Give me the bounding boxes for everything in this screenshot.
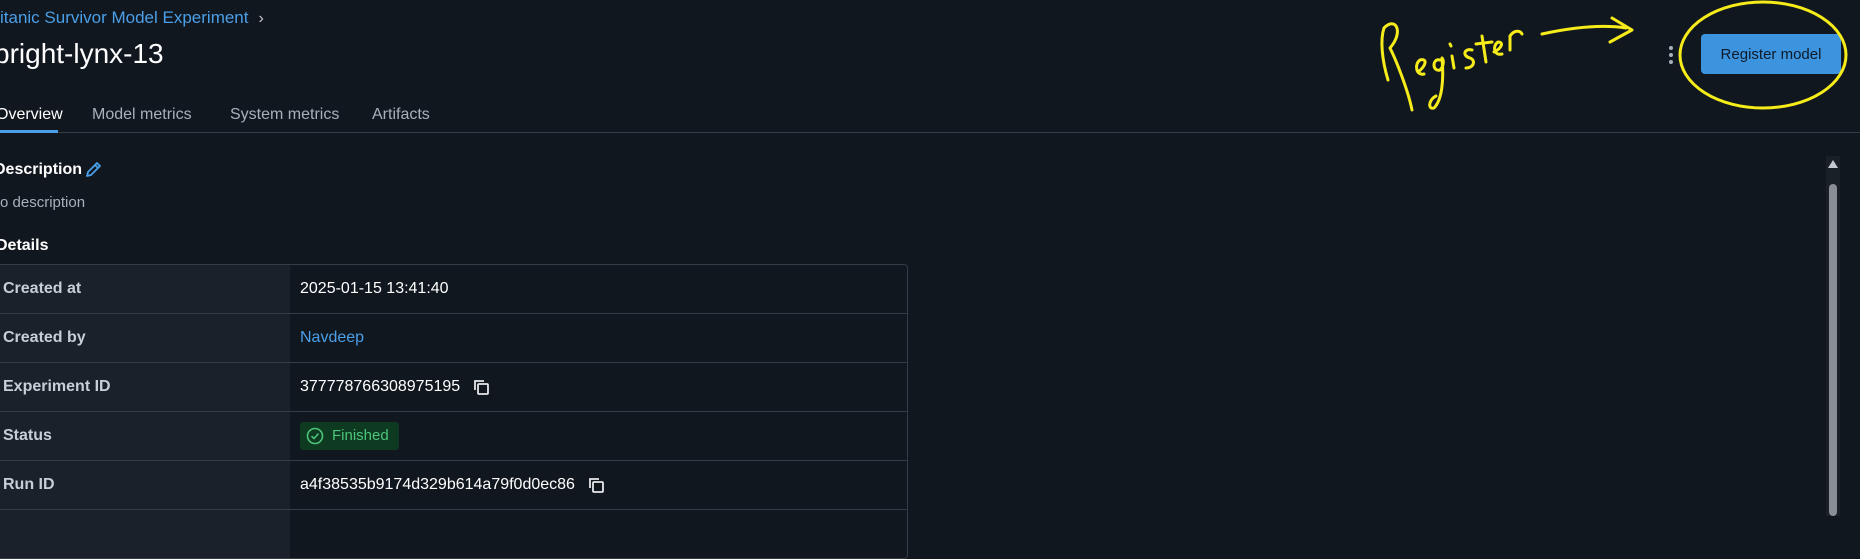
- table-row: [0, 510, 907, 558]
- table-row-experiment-id: Experiment ID 377778766308975195: [0, 363, 907, 412]
- register-model-button[interactable]: Register model: [1701, 34, 1841, 74]
- details-heading: Details: [0, 237, 49, 254]
- breadcrumb-experiment-link[interactable]: itanic Survivor Model Experiment: [0, 8, 248, 27]
- row-key: Created at: [0, 265, 290, 313]
- check-circle-icon: [306, 427, 324, 445]
- breadcrumb: itanic Survivor Model Experiment ›: [0, 8, 264, 28]
- created-by-link[interactable]: Navdeep: [300, 314, 364, 362]
- description-heading: Description: [0, 161, 83, 178]
- created-at-value: 2025-01-15 13:41:40: [300, 280, 449, 297]
- row-key: Status: [0, 412, 290, 460]
- scroll-up-arrow-icon[interactable]: [1828, 160, 1838, 168]
- row-key: Experiment ID: [0, 363, 290, 411]
- table-row-created-at: Created at 2025-01-15 13:41:40: [0, 265, 907, 314]
- edit-pencil-icon[interactable]: [84, 159, 104, 179]
- breadcrumb-separator: ›: [258, 10, 264, 27]
- vertical-scrollbar[interactable]: [1826, 156, 1840, 516]
- page-title: bright-lynx-13: [0, 38, 164, 69]
- details-table: Created at 2025-01-15 13:41:40 Created b…: [0, 264, 908, 559]
- row-key-empty: [0, 510, 290, 558]
- experiment-id-value: 377778766308975195: [300, 378, 461, 395]
- tab-model-metrics[interactable]: Model metrics: [92, 106, 192, 124]
- tab-artifacts[interactable]: Artifacts: [372, 106, 430, 124]
- row-key: Run ID: [0, 461, 290, 509]
- active-tab-indicator: [0, 130, 58, 133]
- run-id-value: a4f38535b9174d329b614a79f0d0ec86: [300, 476, 575, 493]
- status-text: Finished: [332, 427, 389, 444]
- table-row-status: Status Finished: [0, 412, 907, 461]
- row-key: Created by: [0, 314, 290, 362]
- tab-system-metrics[interactable]: System metrics: [230, 106, 339, 124]
- row-value-empty: [290, 510, 907, 558]
- table-row-run-id: Run ID a4f38535b9174d329b614a79f0d0ec86: [0, 461, 907, 510]
- tab-bar: Overview Model metrics System metrics Ar…: [0, 92, 1860, 133]
- tab-overview[interactable]: Overview: [0, 106, 63, 124]
- copy-icon[interactable]: [587, 476, 605, 494]
- copy-icon[interactable]: [472, 378, 490, 396]
- status-badge: Finished: [300, 422, 399, 450]
- description-text: o description: [0, 194, 86, 211]
- table-row-created-by: Created by Navdeep: [0, 314, 907, 363]
- scroll-thumb[interactable]: [1829, 184, 1837, 516]
- more-options-icon[interactable]: [1665, 44, 1677, 66]
